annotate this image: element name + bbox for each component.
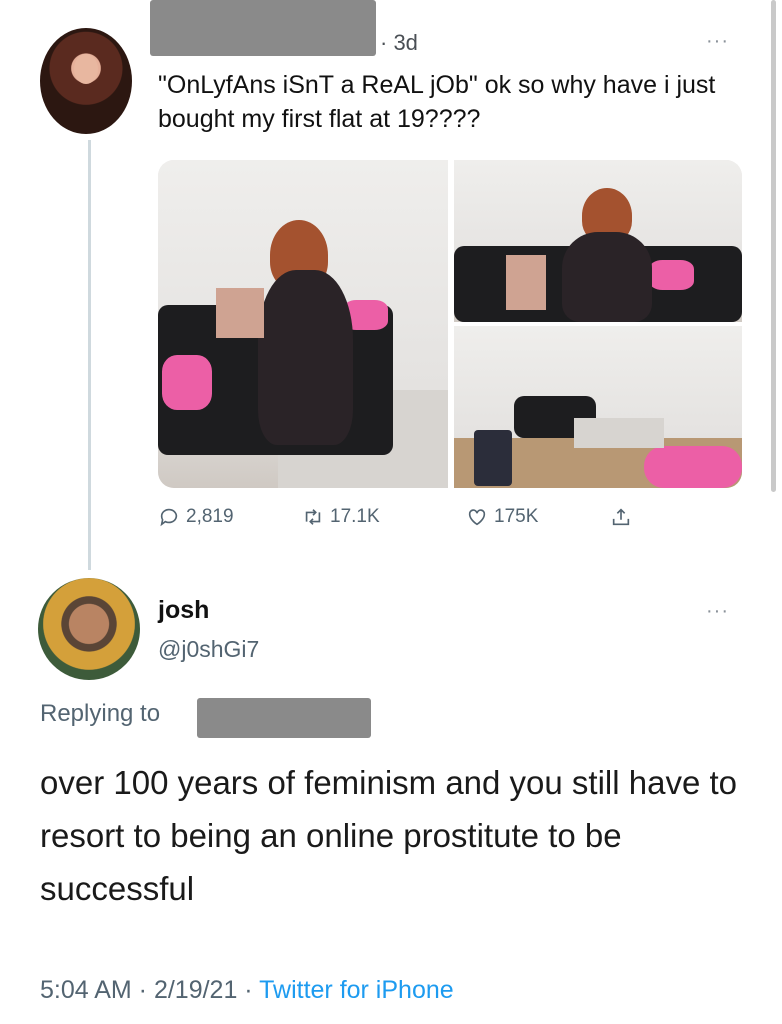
like-count: 175K: [494, 506, 539, 527]
reply-button[interactable]: 2,819: [158, 506, 234, 528]
display-name[interactable]: josh: [158, 596, 209, 625]
replying-to-label: Replying to: [40, 700, 161, 727]
tweet-age: · 3d: [380, 30, 418, 55]
media-photo-2[interactable]: [454, 160, 742, 322]
tweet-text: "OnLyfAns iSnT a ReAL jOb" ok so why hav…: [158, 71, 716, 133]
timestamp: 5:04 AM · 2/19/21 ·: [40, 976, 260, 1004]
media-photo-3[interactable]: [454, 326, 742, 488]
share-button[interactable]: [610, 506, 632, 528]
avatar[interactable]: [38, 578, 140, 680]
share-icon: [612, 508, 630, 526]
like-button[interactable]: 175K: [466, 506, 538, 528]
like-icon: [468, 509, 486, 526]
scrollbar[interactable]: [771, 0, 776, 492]
redacted-reply-target: [197, 698, 371, 738]
thread-connector-line: [88, 140, 91, 570]
retweet-button[interactable]: 17.1K: [302, 506, 380, 528]
source-link[interactable]: Twitter for iPhone: [259, 976, 454, 1004]
tweet-action-bar: 2,819 17.1K 175K: [158, 506, 678, 536]
more-options-icon[interactable]: ···: [706, 600, 729, 623]
user-handle[interactable]: @j0shGi7: [158, 636, 259, 663]
more-options-icon[interactable]: ···: [706, 30, 729, 53]
reply-text: over 100 years of feminism and you still…: [40, 764, 738, 907]
tweet-media-grid[interactable]: [158, 160, 742, 488]
retweet-icon: [305, 509, 321, 525]
redacted-username: [150, 0, 376, 56]
reply-count: 2,819: [186, 506, 234, 527]
tweet-metadata: 5:04 AM · 2/19/21 · Twitter for iPhone: [40, 976, 454, 1005]
avatar[interactable]: [40, 28, 132, 134]
reply-icon: [160, 508, 178, 527]
media-photo-1[interactable]: [158, 160, 448, 488]
retweet-count: 17.1K: [330, 506, 380, 527]
